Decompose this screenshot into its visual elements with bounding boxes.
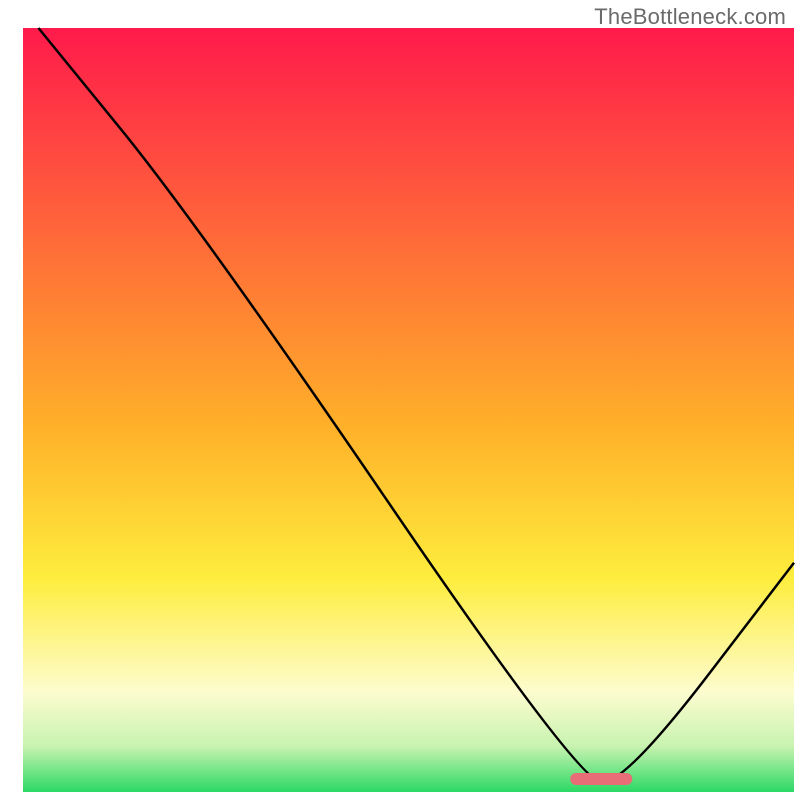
plot-background <box>23 28 794 792</box>
bottleneck-chart <box>0 0 800 800</box>
watermark-text: TheBottleneck.com <box>594 4 786 30</box>
chart-container: TheBottleneck.com <box>0 0 800 800</box>
